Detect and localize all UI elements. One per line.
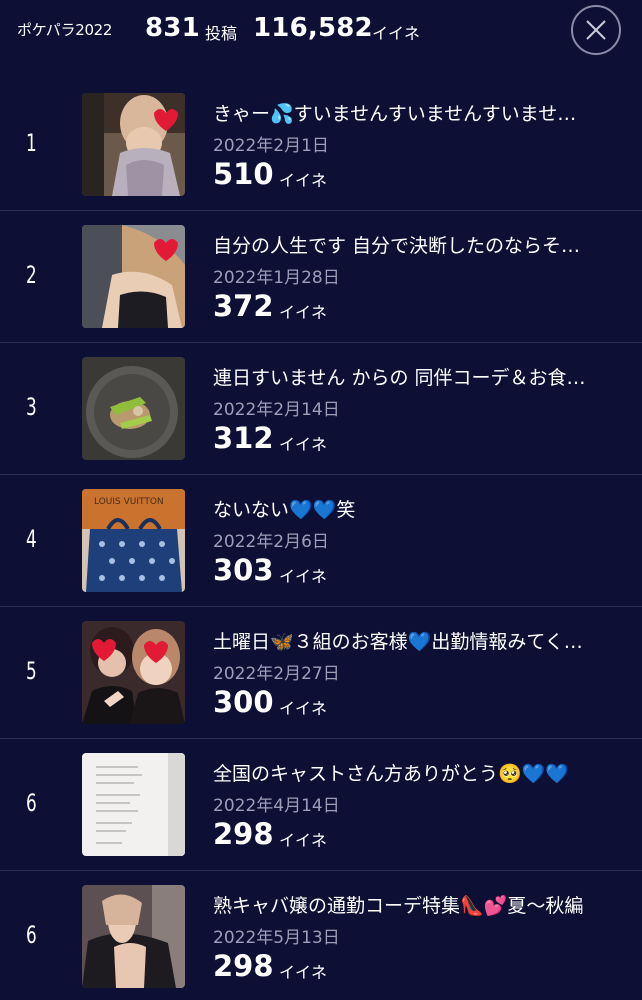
post-title[interactable]: ないない💙💙笑 [213,495,618,522]
like-count: 312 [213,421,274,455]
like-count: 510 [213,157,274,191]
post-thumbnail[interactable] [82,753,185,856]
ranking-row[interactable]: 4 LOUIS VUITTON ないない💙💙笑 2022年2月6日 303 イイ… [0,475,642,607]
like-unit: イイネ [279,963,328,982]
post-thumbnail[interactable] [82,93,185,196]
rank-number: 4 [26,525,37,553]
like-count: 303 [213,553,274,587]
like-unit: イイネ [279,171,328,190]
like-unit: イイネ [279,303,328,322]
post-ranking-list: 1 きゃー💦すいませんすいませんすいませ… 2022年2月1日 510 イイネ [0,79,642,1000]
post-thumbnail[interactable] [82,357,185,460]
post-date: 2022年5月13日 [213,928,340,948]
like-unit: イイネ [279,831,328,850]
rank-number: 5 [26,657,37,685]
post-date: 2022年4月14日 [213,796,340,816]
post-date: 2022年2月27日 [213,664,340,684]
ranking-row[interactable]: 5 土曜日🦋３組のお客様💙出勤情報みてく… 2022年2月27日 300 イイネ [0,607,642,739]
post-title[interactable]: 土曜日🦋３組のお客様💙出勤情報みてく… [213,627,618,654]
post-date: 2022年2月14日 [213,400,340,420]
rank-number: 6 [26,789,37,817]
rank-number: 2 [26,261,37,289]
post-thumbnail[interactable] [82,225,185,328]
like-unit: イイネ [279,567,328,586]
likes-total: 116,582 [253,13,373,43]
post-date: 2022年2月1日 [213,136,329,156]
rank-number: 3 [26,393,37,421]
post-thumbnail[interactable]: LOUIS VUITTON [82,489,185,592]
like-unit: イイネ [279,435,328,454]
post-date: 2022年2月6日 [213,532,329,552]
app-title: ポケパラ2022 [17,21,113,39]
like-count: 298 [213,817,274,851]
post-title[interactable]: 自分の人生です 自分で決断したのならそ… [213,231,618,258]
post-thumbnail[interactable] [82,885,185,988]
post-date: 2022年1月28日 [213,268,340,288]
ranking-row[interactable]: 1 きゃー💦すいませんすいませんすいませ… 2022年2月1日 510 イイネ [0,79,642,211]
ranking-row[interactable]: 3 連日すいません からの 同伴コーデ＆お食… 2022年2月14日 312 イ… [0,343,642,475]
like-count: 298 [213,949,274,983]
post-thumbnail[interactable] [82,621,185,724]
likes-total-unit: イイネ [372,24,421,43]
header: ポケパラ2022 831 投稿 116,582 イイネ [0,0,642,66]
like-unit: イイネ [279,699,328,718]
like-count: 372 [213,289,274,323]
like-count: 300 [213,685,274,719]
svg-text:LOUIS VUITTON: LOUIS VUITTON [94,497,164,507]
post-count: 831 [145,13,200,43]
ranking-row[interactable]: 6 全国のキャストさん方ありがとう🥺💙💙 2022年4月14日 298 イイネ [0,739,642,871]
ranking-row[interactable]: 2 自分の人生です 自分で決断したのならそ… 2022年1月28日 372 イイ… [0,211,642,343]
rank-number: 1 [26,129,37,157]
close-button[interactable] [571,5,621,55]
ranking-screen: ポケパラ2022 831 投稿 116,582 イイネ 1 きゃー💦すいませんす… [0,0,642,1000]
post-title[interactable]: 熟キャバ嬢の通勤コーデ特集👠💕夏〜秋編 [213,891,618,918]
rank-number: 6 [26,921,37,949]
ranking-row[interactable]: 6 熟キャバ嬢の通勤コーデ特集👠💕夏〜秋編 2022年5月13日 298 イイネ [0,871,642,1000]
close-icon [586,20,606,40]
post-title[interactable]: きゃー💦すいませんすいませんすいませ… [213,99,618,126]
post-title[interactable]: 全国のキャストさん方ありがとう🥺💙💙 [213,759,618,786]
post-count-unit: 投稿 [205,24,238,43]
post-title[interactable]: 連日すいません からの 同伴コーデ＆お食… [213,363,618,390]
